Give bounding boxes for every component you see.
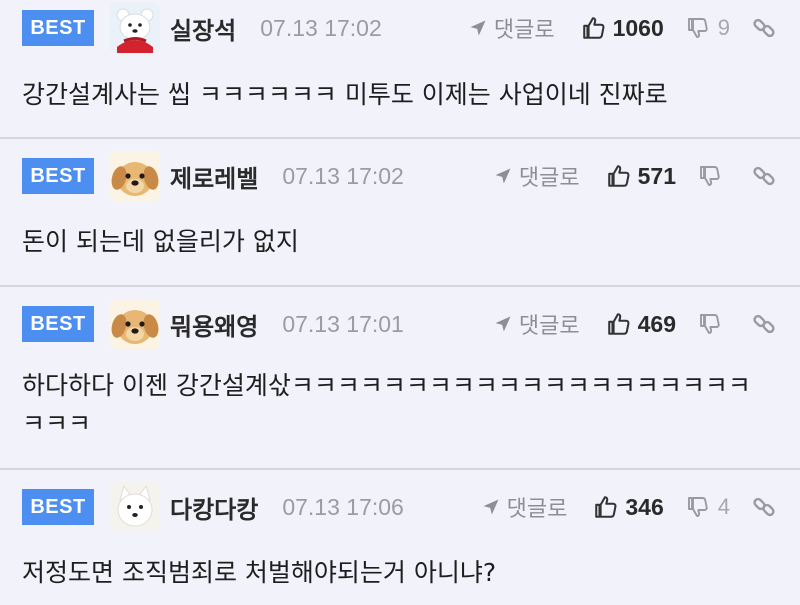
like-button[interactable]: 469 [606, 311, 676, 338]
link-button[interactable] [752, 312, 776, 336]
puppy-avatar[interactable] [110, 299, 160, 349]
best-badge: BEST [22, 10, 94, 46]
comment-item: BEST 다캉다캉 07.13 17:06 댓글로 346 4 저정도면 조직범… [0, 470, 800, 605]
username[interactable]: 제로레벨 [170, 159, 258, 194]
thumbs-down-icon [698, 164, 722, 188]
puppy-avatar[interactable] [110, 151, 160, 201]
comment-header: BEST 다캉다캉 07.13 17:06 댓글로 346 4 [22, 485, 800, 529]
reply-icon [468, 18, 488, 38]
username[interactable]: 다캉다캉 [170, 490, 258, 525]
reply-icon [481, 497, 501, 517]
link-icon [752, 164, 776, 188]
comment-header: BEST 제로레벨 07.13 17:02 댓글로 571 [22, 154, 800, 198]
link-icon [752, 312, 776, 336]
white-bear-avatar[interactable] [110, 3, 160, 53]
thumbs-up-icon [581, 15, 607, 41]
reply-label: 댓글로 [518, 314, 580, 339]
timestamp: 07.13 17:02 [260, 14, 382, 41]
best-badge: BEST [22, 306, 94, 342]
dislike-count: 4 [717, 494, 730, 519]
reply-button[interactable]: 댓글로 [468, 12, 555, 44]
like-button[interactable]: 571 [606, 163, 676, 190]
like-count: 1060 [612, 14, 664, 41]
dislike-count: 9 [717, 15, 730, 40]
dislike-button[interactable]: 9 [686, 15, 730, 41]
comment-text: 돈이 되는데 없을리가 없지 [22, 227, 299, 256]
comment-item: BEST 실장석 07.13 17:02 댓글로 1060 9 강간설계사는 씹… [0, 0, 800, 139]
comment-text: 하다하다 이젠 강간설계삯ㅋㅋㅋㅋㅋㅋㅋㅋㅋㅋㅋㅋㅋㅋㅋㅋㅋㅋㅋㅋㅋㅋㅋ [22, 371, 751, 438]
username[interactable]: 실장석 [170, 11, 236, 46]
comment-text: 강간설계사는 씹 ㅋㅋㅋㅋㅋㅋ 미투도 이제는 사업이네 진짜로 [22, 80, 668, 109]
comment-item: BEST 뭐용왜영 07.13 17:01 댓글로 469 하다하다 이젠 강간… [0, 287, 800, 470]
thumbs-up-icon [593, 494, 619, 520]
link-icon [752, 495, 776, 519]
username[interactable]: 뭐용왜영 [170, 307, 258, 342]
timestamp: 07.13 17:06 [282, 493, 404, 520]
comment-list: BEST 실장석 07.13 17:02 댓글로 1060 9 강간설계사는 씹… [0, 0, 800, 605]
timestamp: 07.13 17:02 [282, 162, 404, 189]
best-badge: BEST [22, 158, 94, 194]
comment-actions: 댓글로 571 [493, 154, 776, 198]
reply-icon [493, 166, 513, 186]
reply-label: 댓글로 [518, 166, 580, 191]
white-dog-avatar[interactable] [110, 482, 160, 532]
timestamp: 07.13 17:01 [282, 310, 404, 337]
thumbs-up-icon [606, 163, 632, 189]
like-button[interactable]: 346 [593, 493, 664, 521]
comment-actions: 댓글로 469 [493, 302, 776, 346]
comment-header: BEST 실장석 07.13 17:02 댓글로 1060 9 [22, 6, 800, 50]
link-button[interactable] [752, 16, 776, 40]
reply-button[interactable]: 댓글로 [481, 491, 568, 523]
dislike-button[interactable] [698, 312, 730, 336]
link-button[interactable] [752, 495, 776, 519]
thumbs-up-icon [606, 311, 632, 337]
comment-text: 저정도면 조직범죄로 처벌해야되는거 아니냐? [22, 558, 497, 587]
comment-item: BEST 제로레벨 07.13 17:02 댓글로 571 돈이 되는데 없을리… [0, 139, 800, 287]
reply-label: 댓글로 [506, 497, 568, 522]
dislike-button[interactable]: 4 [686, 494, 730, 520]
thumbs-down-icon [698, 312, 722, 336]
reply-icon [493, 314, 513, 334]
thumbs-down-icon [686, 495, 710, 519]
like-count: 346 [625, 493, 664, 520]
best-badge: BEST [22, 489, 94, 525]
link-button[interactable] [752, 164, 776, 188]
reply-button[interactable]: 댓글로 [493, 160, 580, 192]
reply-button[interactable]: 댓글로 [493, 308, 580, 340]
comment-actions: 댓글로 346 4 [481, 485, 776, 529]
like-button[interactable]: 1060 [581, 15, 664, 42]
link-icon [752, 16, 776, 40]
like-count: 469 [637, 310, 676, 337]
like-count: 571 [637, 162, 676, 189]
reply-label: 댓글로 [493, 18, 555, 43]
thumbs-down-icon [686, 16, 710, 40]
comment-actions: 댓글로 1060 9 [468, 6, 776, 50]
dislike-button[interactable] [698, 164, 730, 188]
comment-header: BEST 뭐용왜영 07.13 17:01 댓글로 469 [22, 302, 800, 346]
